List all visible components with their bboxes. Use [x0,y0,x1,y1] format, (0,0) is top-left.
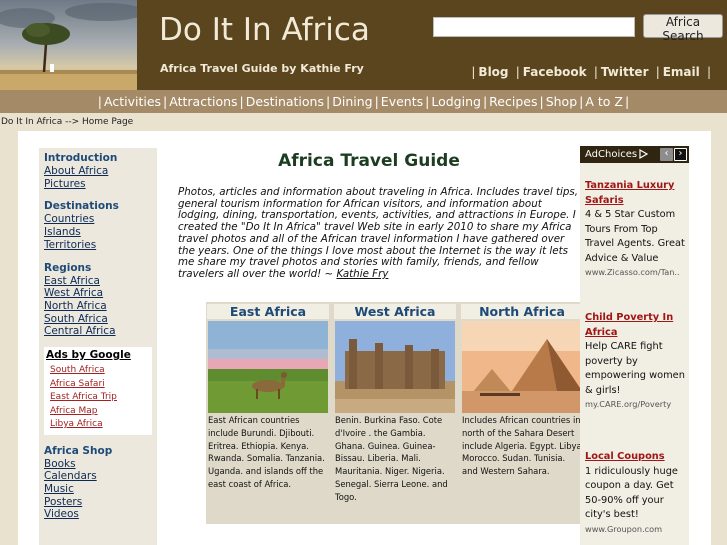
ads-by-google-title[interactable]: Ads by Google [44,349,152,361]
blog-link[interactable]: Blog [478,65,508,79]
sidebar-regions: Regions East Africa West Africa North Af… [44,262,157,339]
ad-link-libya-africa[interactable]: Libya Africa [44,418,152,432]
chevron-right-icon[interactable]: › [674,148,687,161]
nav-dining[interactable]: Dining [332,94,372,109]
sidebar-item-music[interactable]: Music [44,483,157,496]
sidebar-shop: Africa Shop Books Calendars Music Poster… [44,445,157,522]
sidebar-item-east-africa[interactable]: East Africa [44,275,157,288]
sidebar-item-islands[interactable]: Islands [44,226,157,239]
nav-lodging[interactable]: Lodging [431,94,481,109]
ad-unit[interactable]: Local Coupons 1 ridiculously huge coupon… [585,450,687,535]
ad-title[interactable]: Tanzania Luxury Safaris [585,179,687,208]
sidebar-introduction: Introduction About Africa Pictures [44,152,157,190]
adchoices-icon[interactable] [639,149,648,159]
west-africa-photo[interactable] [335,321,455,413]
ad-title[interactable]: Local Coupons [585,450,687,465]
region-description: Includes African countries in north of t… [462,415,580,477]
ad-url[interactable]: my.CARE.org/Poverty [585,398,687,410]
sidebar-item-videos[interactable]: Videos [44,508,157,521]
twitter-link[interactable]: Twitter [601,65,649,79]
site-tagline: Africa Travel Guide by Kathie Fry [160,62,364,75]
sidebar-item-countries[interactable]: Countries [44,213,157,226]
header-acacia-photo [0,0,137,90]
sidebar-item-central-africa[interactable]: Central Africa [44,325,157,338]
region-card-north-africa[interactable]: North Africa Includes African countries … [460,302,580,524]
main-nav: | Activities | Attractions | Destinations | Din… [0,90,727,113]
email-link[interactable]: Email [663,65,700,79]
nav-recipes[interactable]: Recipes [489,94,537,109]
region-title[interactable]: North Africa [461,304,580,319]
author-link[interactable]: Kathie Fry [336,268,388,280]
nav-a-to-z[interactable]: A to Z [585,94,623,109]
nav-events[interactable]: Events [381,94,423,109]
ad-body: Help CARE fight poverty by empowering wo… [585,341,685,396]
intro-text: Photos, articles and information about t… [178,186,579,280]
sidebar-item-books[interactable]: Books [44,458,157,471]
intro-paragraph: Photos, articles and information about t… [178,186,580,281]
separator: | [706,65,711,79]
east-africa-photo[interactable] [208,321,328,413]
ad-url[interactable]: www.Zicasso.com/Tan.. [585,266,687,278]
sidebar-item-territories[interactable]: Territories [44,239,157,252]
region-description: Benin. Burkina Faso. Cote d'Ivoire . the… [335,415,448,502]
separator: | [655,65,660,79]
ad-link-south-africa[interactable]: South Africa [44,364,152,378]
region-cards: East Africa East African countries inclu… [206,302,580,524]
google-ads-box: Ads by Google South Africa Africa Safari… [44,347,152,435]
ad-link-africa-safari[interactable]: Africa Safari [44,378,152,392]
adchoices-bar: AdChoices ‹ › [580,146,689,163]
region-title[interactable]: West Africa [334,304,456,319]
sidebar-heading: Destinations [44,200,119,213]
region-title[interactable]: East Africa [207,304,329,319]
sidebar-item-posters[interactable]: Posters [44,496,157,509]
ad-unit[interactable]: Child Poverty In Africa Help CARE fight … [585,311,687,410]
region-card-east-africa[interactable]: East Africa East African countries inclu… [206,302,330,524]
adchoices-label[interactable]: AdChoices [585,149,637,160]
sidebar-destinations: Destinations Countries Islands Territori… [44,200,157,251]
nav-shop[interactable]: Shop [546,94,577,109]
sidebar-item-north-africa[interactable]: North Africa [44,300,157,313]
top-links: | Blog | Facebook | Twitter | Email | [468,65,714,79]
site-title[interactable]: Do It In Africa [159,12,370,48]
sidebar-item-calendars[interactable]: Calendars [44,470,157,483]
sidebar-heading: Regions [44,261,92,274]
sidebar-item-pictures[interactable]: Pictures [44,178,157,191]
page-title: Africa Travel Guide [278,151,460,171]
chevron-left-icon[interactable]: ‹ [660,148,673,161]
ad-title[interactable]: Child Poverty In Africa [585,311,687,340]
separator: | [515,65,520,79]
nav-activities[interactable]: Activities [104,94,161,109]
ad-url[interactable]: www.Groupon.com [585,523,687,535]
search-input[interactable] [433,17,635,37]
nav-destinations[interactable]: Destinations [246,94,324,109]
breadcrumb: Do It In Africa --> Home Page [1,117,134,127]
site-header: Do It In Africa Africa Travel Guide by K… [0,0,727,90]
facebook-link[interactable]: Facebook [523,65,587,79]
separator: | [593,65,598,79]
left-sidebar: Introduction About Africa Pictures Desti… [39,148,157,545]
sidebar-item-about-africa[interactable]: About Africa [44,165,157,178]
ad-link-africa-map[interactable]: Africa Map [44,405,152,419]
nav-attractions[interactable]: Attractions [169,94,237,109]
right-ad-column: AdChoices ‹ › Tanzania Luxury Safaris 4 … [580,146,689,545]
sidebar-heading: Introduction [44,152,118,164]
ad-unit[interactable]: Tanzania Luxury Safaris 4 & 5 Star Custo… [585,179,687,278]
ad-body: 1 ridiculously huge coupon a day. Get 50… [585,465,678,521]
ad-link-east-africa-trip[interactable]: East Africa Trip [44,391,152,405]
sidebar-item-west-africa[interactable]: West Africa [44,287,157,300]
separator: | [471,65,476,79]
region-card-west-africa[interactable]: West Africa Benin. Burkina Faso. Cote d'… [333,302,457,524]
ad-body: 4 & 5 Star Custom Tours From Top Travel … [585,209,685,264]
sidebar-heading: Africa Shop [44,444,113,457]
search-button[interactable]: Africa Search [643,14,723,43]
sidebar-item-south-africa[interactable]: South Africa [44,313,157,326]
region-description: East African countries include Burundi. … [208,415,325,489]
north-africa-photo[interactable] [462,321,580,413]
